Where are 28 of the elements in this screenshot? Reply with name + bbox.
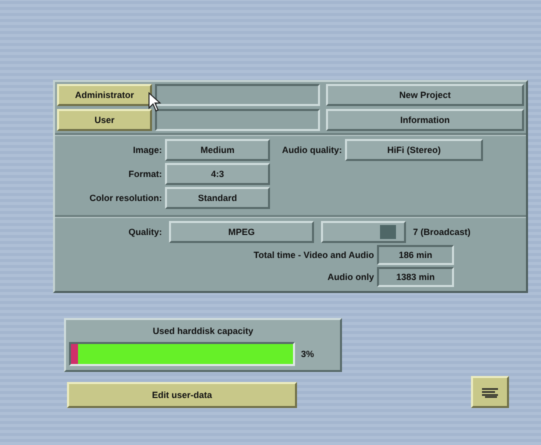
slider-track[interactable] (321, 221, 406, 243)
text-field[interactable] (155, 84, 320, 106)
setting-label: Quality: (127, 227, 162, 237)
cycle-button[interactable]: 4:3 (165, 163, 270, 185)
capacity-title: Used harddisk capacity (152, 326, 254, 336)
time-value: 186 min (377, 245, 454, 265)
cycle-button[interactable]: Standard (165, 187, 270, 209)
icon-button[interactable] (471, 376, 509, 408)
user-button[interactable]: User (57, 109, 152, 131)
setting-label: Audio quality: (282, 145, 342, 155)
cycle-button[interactable]: HiFi (Stereo) (345, 139, 483, 161)
user-button[interactable]: Administrator (57, 84, 152, 106)
slider-thumb[interactable] (380, 225, 396, 239)
time-label: Total time - Video and Audio (254, 250, 374, 260)
setting-label: Image: (132, 145, 162, 155)
setting-label: Format: (128, 169, 162, 179)
cycle-button[interactable]: Medium (165, 139, 270, 161)
setting-label: Color resolution: (88, 193, 162, 203)
action-button[interactable]: Information (326, 109, 524, 131)
edit-button[interactable]: Edit user-data (67, 382, 297, 408)
time-label: Audio only (328, 272, 374, 282)
action-button[interactable]: New Project (326, 84, 524, 106)
mouse-pointer-icon (148, 92, 162, 112)
quality-reading: 7 (Broadcast) (413, 227, 471, 237)
time-value: 1383 min (377, 267, 454, 287)
capacity-reading: 3% (301, 349, 314, 359)
cycle-button[interactable]: MPEG (169, 221, 314, 243)
text-field[interactable] (155, 109, 320, 131)
